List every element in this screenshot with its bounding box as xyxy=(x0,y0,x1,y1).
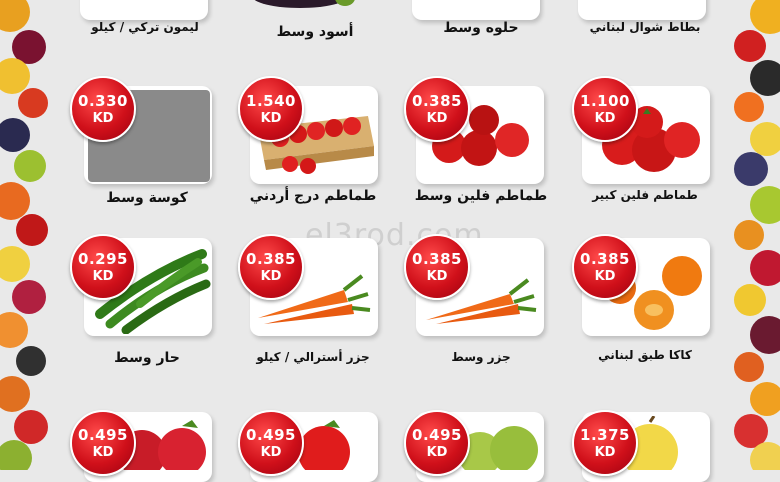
price-badge: 0.495 KD xyxy=(404,410,470,476)
price-badge: 1.375 KD xyxy=(572,410,638,476)
price-badge: 1.100 KD xyxy=(572,76,638,142)
product-name: طماطم فلين كبير xyxy=(592,188,698,202)
product-name: حار وسط xyxy=(114,350,180,366)
product-name: طماطم فلين وسط xyxy=(414,188,548,204)
price-badge: 0.295 KD xyxy=(70,234,136,300)
eggplant-image xyxy=(254,0,355,8)
price-badge: 0.385 KD xyxy=(238,234,304,300)
price-badge: 1.540 KD xyxy=(238,76,304,142)
product-card[interactable] xyxy=(412,0,540,20)
fruit-border-right xyxy=(728,0,780,470)
product-name: كوسة وسط xyxy=(106,190,188,206)
price-badge: 0.330 KD xyxy=(70,76,136,142)
product-name: بطاط شوال لبناني xyxy=(589,20,701,34)
price-badge: 0.495 KD xyxy=(70,410,136,476)
price-badge: 0.385 KD xyxy=(404,76,470,142)
product-name: أسود وسط xyxy=(276,24,354,40)
price-badge: 0.385 KD xyxy=(404,234,470,300)
product-card[interactable] xyxy=(578,0,706,20)
product-name: حلوه وسط xyxy=(443,20,519,36)
product-name: جزر وسط xyxy=(451,350,511,364)
product-name: طماطم درج أردني xyxy=(249,188,377,204)
product-name: كاكا طبق لبناني xyxy=(598,348,692,362)
fruit-border-left xyxy=(0,0,52,470)
price-badge: 0.495 KD xyxy=(238,410,304,476)
product-name: جزر أسترالي / كيلو xyxy=(256,350,370,364)
price-badge: 0.385 KD xyxy=(572,234,638,300)
product-name: ليمون تركي / كيلو xyxy=(91,20,199,34)
product-card[interactable] xyxy=(80,0,208,20)
